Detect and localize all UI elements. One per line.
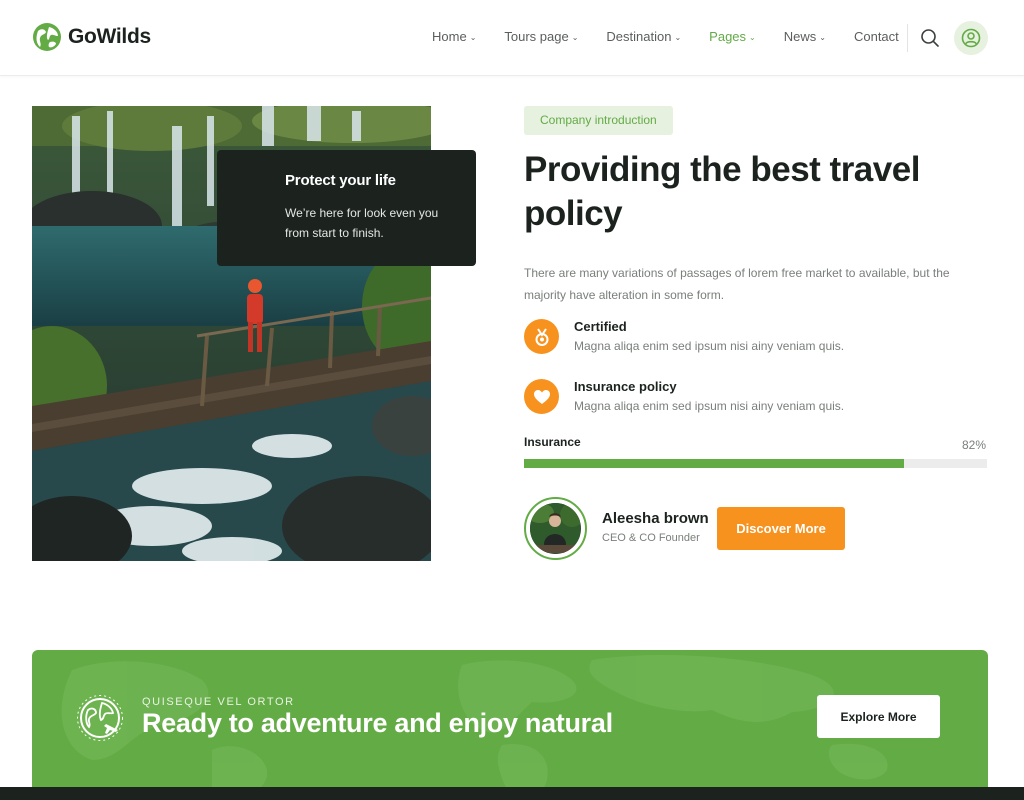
logo-text: GoWilds [68, 25, 151, 48]
nav-divider [907, 24, 908, 52]
logo-globe-icon [33, 23, 61, 51]
main-nav: Home ⌄ Tours page ⌄ Destination ⌄ Pages … [432, 29, 927, 44]
cta-banner: QUISEQUE VEL ORTOR Ready to adventure an… [32, 650, 988, 800]
feature-icon-badge [524, 379, 559, 414]
cta-title: Ready to adventure and enjoy natural [142, 708, 613, 738]
globe-plane-icon [77, 695, 123, 741]
nav-item-label: Pages [709, 29, 747, 44]
progress-bar-fill [524, 459, 904, 468]
logo[interactable]: GoWilds [32, 22, 151, 52]
search-icon [921, 29, 939, 47]
nav-item-label: Destination [606, 29, 672, 44]
section-title: Providing the best travel policy [524, 150, 920, 233]
search-button[interactable] [919, 27, 941, 49]
progress-bar [524, 459, 987, 468]
feature-certified: Certified Magna aliqa enim sed ipsum nis… [524, 319, 984, 359]
explore-more-button[interactable]: Explore More [817, 695, 940, 738]
account-button[interactable] [954, 21, 988, 55]
section-tag: Company introduction [524, 106, 673, 135]
nav-item-label: Contact [853, 29, 899, 44]
user-icon [961, 28, 981, 48]
progress-label: Insurance [524, 435, 581, 449]
progress-value: 82% [962, 438, 987, 452]
chevron-down-icon: ⌄ [819, 33, 826, 42]
site-header: GoWilds Home ⌄ Tours page ⌄ Destination … [0, 0, 1024, 76]
feature-title: Insurance policy [574, 379, 677, 394]
feature-insurance-policy: Insurance policy Magna aliqa enim sed ip… [524, 379, 984, 419]
nav-item-label: Home [432, 29, 467, 44]
person-role: CEO & CO Founder [602, 532, 700, 544]
nav-item-label: News [783, 29, 817, 44]
nav-item-destination[interactable]: Destination ⌄ [606, 29, 681, 44]
heart-icon [533, 389, 550, 404]
cta-subtitle: QUISEQUE VEL ORTOR [142, 696, 295, 708]
chevron-down-icon: ⌄ [749, 33, 756, 42]
person-photo [530, 503, 581, 553]
section-description: There are many variations of passages of… [524, 266, 950, 302]
nav-item-contact[interactable]: Contact [854, 29, 899, 44]
feature-icon-badge [524, 319, 559, 354]
nav-item-pages[interactable]: Pages ⌄ [709, 29, 756, 44]
feature-text: Magna aliqa enim sed ipsum nisi ainy ven… [574, 339, 845, 353]
chevron-down-icon: ⌄ [674, 33, 682, 42]
info-card-text: We’re here for look even you from start … [285, 206, 439, 240]
nav-item-home[interactable]: Home ⌄ [432, 29, 476, 44]
feature-title: Certified [574, 319, 627, 334]
chevron-down-icon: ⌄ [469, 33, 477, 42]
footer-strip [0, 787, 1024, 800]
chevron-down-icon: ⌄ [571, 33, 579, 42]
nav-item-tours-page[interactable]: Tours page ⌄ [504, 29, 578, 44]
nav-item-label: Tours page [504, 29, 569, 44]
nav-item-news[interactable]: News ⌄ [784, 29, 826, 44]
person-name: Aleesha brown [602, 510, 709, 527]
medal-icon [535, 327, 548, 346]
avatar [524, 497, 587, 560]
info-card: Protect your life We’re here for look ev… [217, 150, 476, 266]
avatar-photo [530, 503, 581, 554]
discover-more-button[interactable]: Discover More [717, 507, 845, 550]
info-card-title: Protect your life [285, 172, 396, 189]
feature-text: Magna aliqa enim sed ipsum nisi ainy ven… [574, 399, 845, 413]
